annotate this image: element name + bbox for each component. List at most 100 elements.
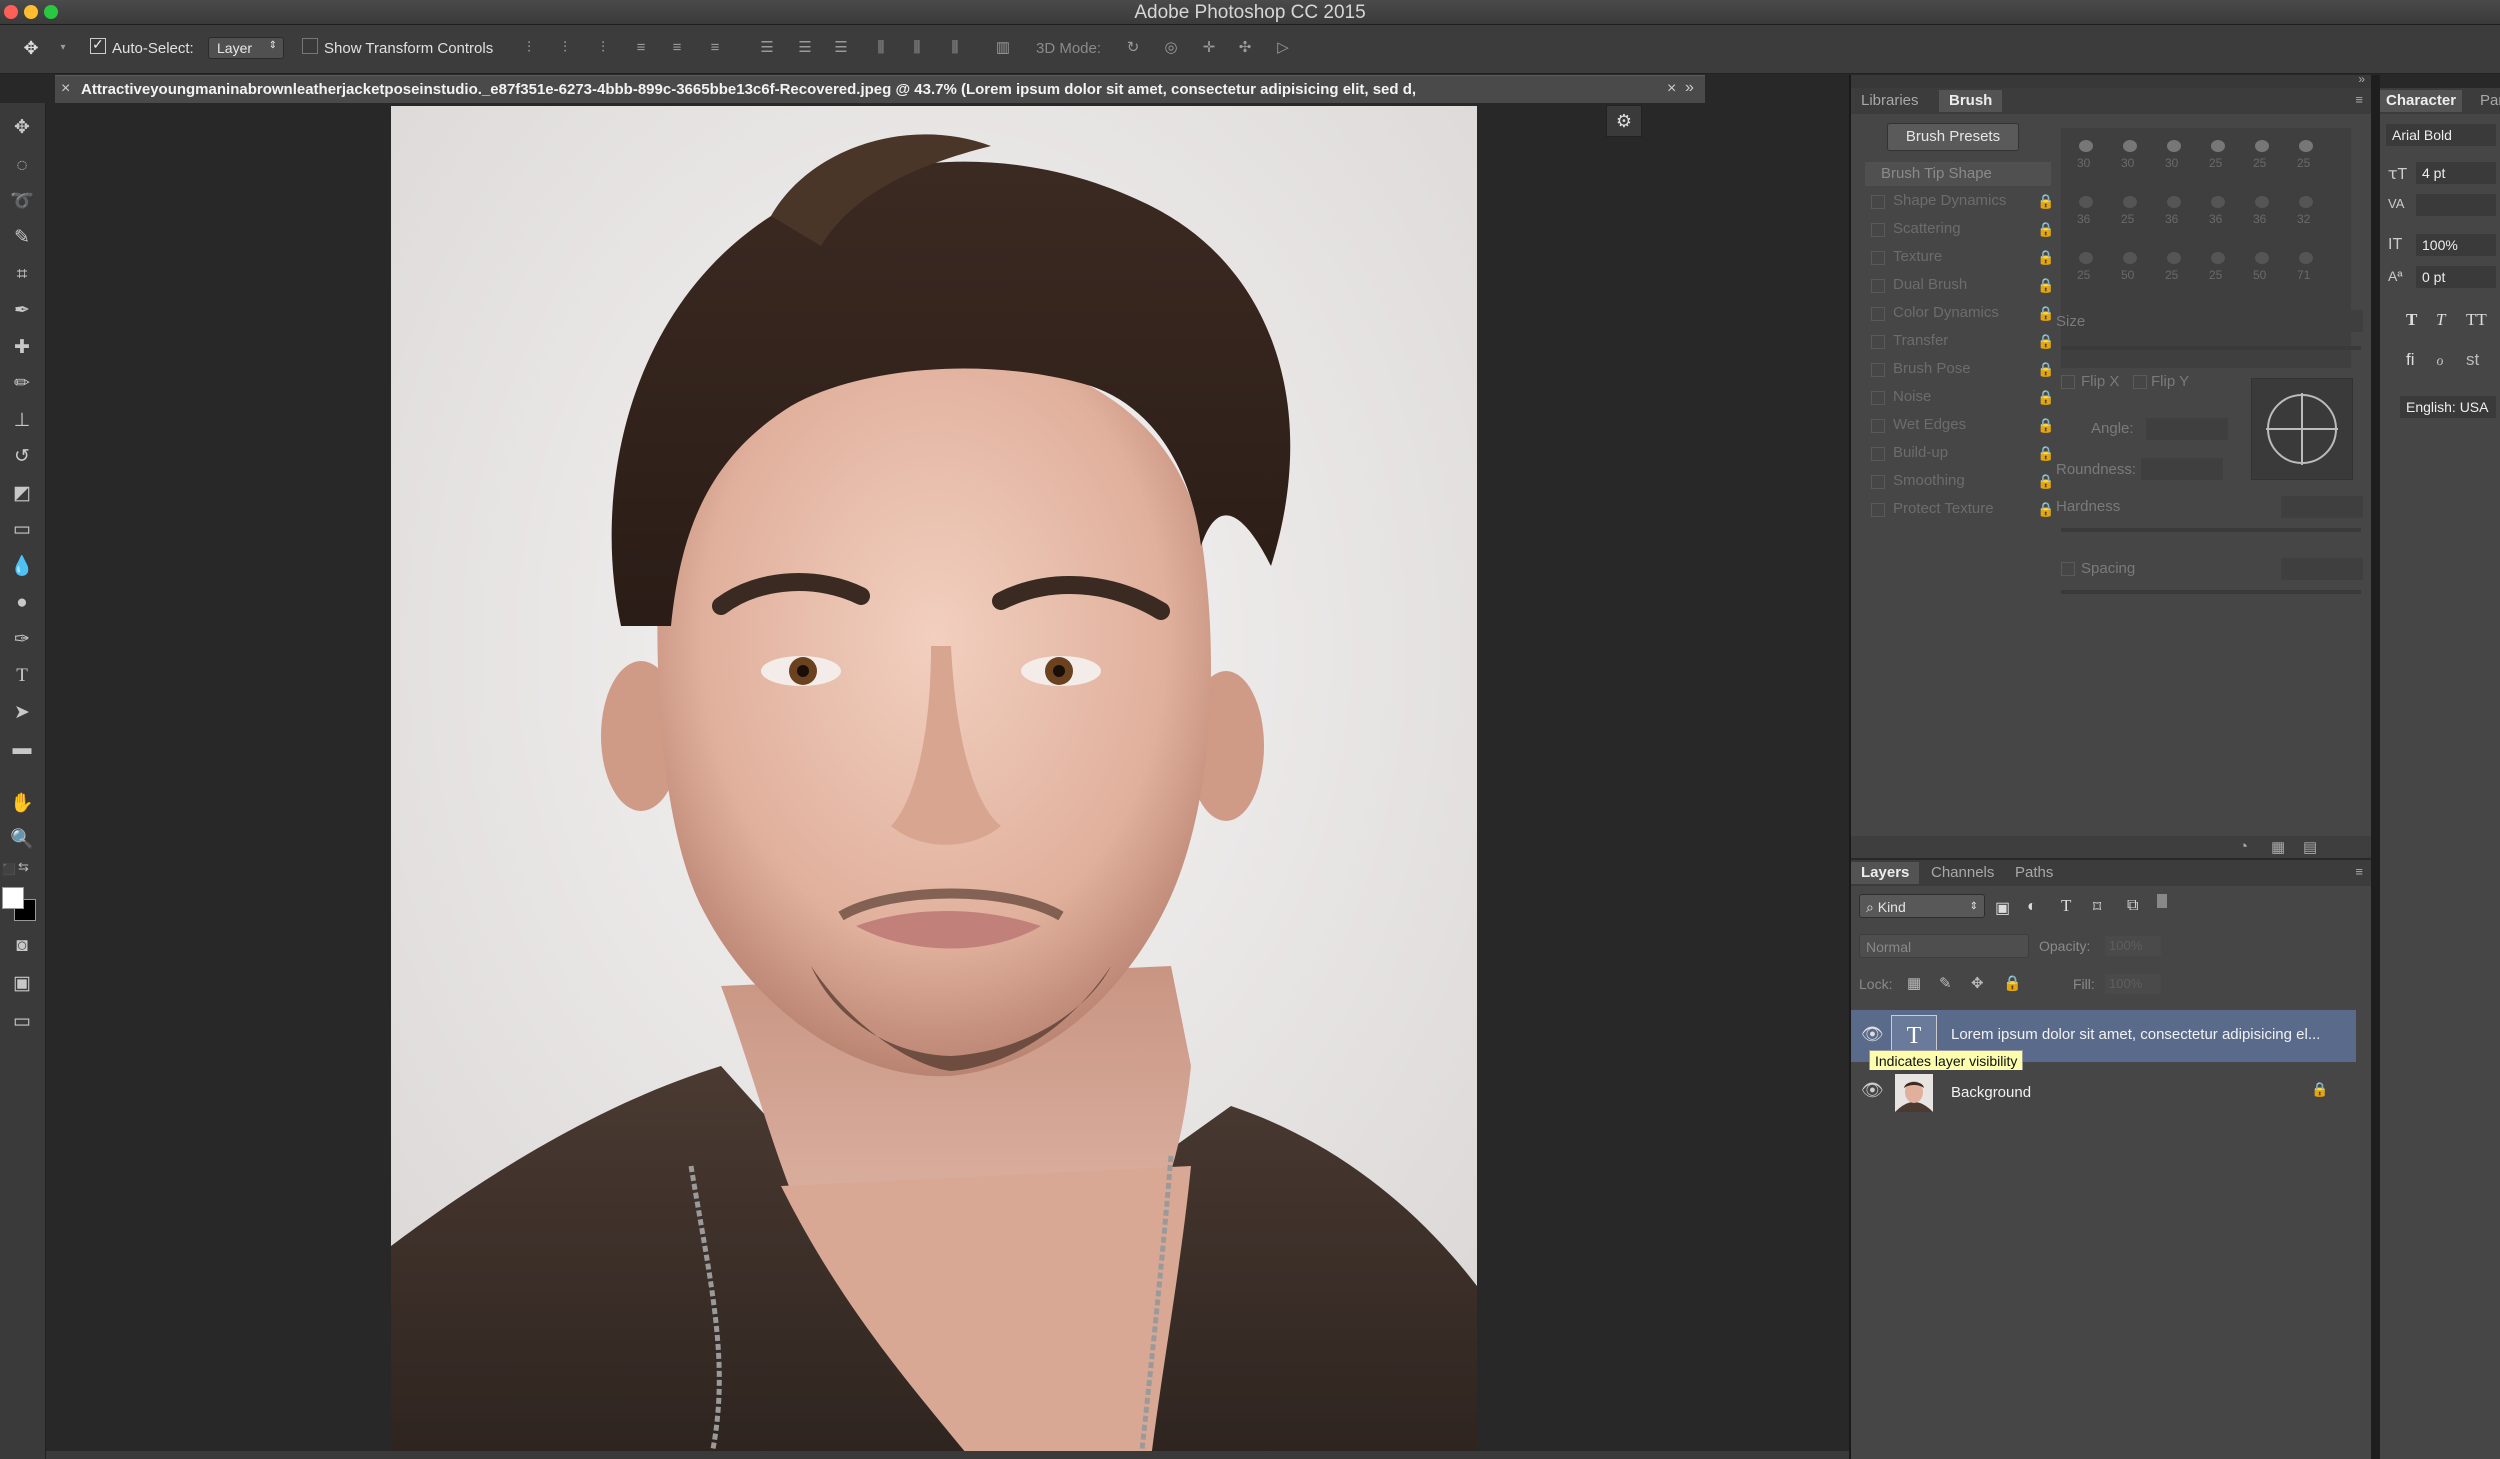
brush-grid-icon[interactable]: ▦ bbox=[2271, 838, 2285, 856]
brush-option-item[interactable]: Texture 🔒 bbox=[1871, 244, 2054, 270]
distribute-hcenter-icon[interactable]: ⫼ bbox=[906, 37, 928, 59]
flip-x-checkbox[interactable] bbox=[2061, 375, 2075, 389]
brush-option-lock-icon[interactable]: 🔒 bbox=[2037, 496, 2054, 522]
distribute-center-icon[interactable]: ☰ bbox=[794, 37, 816, 59]
close-tab-icon[interactable]: × bbox=[61, 80, 70, 98]
brush-option-lock-icon[interactable]: 🔒 bbox=[2037, 216, 2054, 242]
align-left-icon[interactable]: ≡ bbox=[630, 37, 652, 59]
brush-option-checkbox[interactable] bbox=[1871, 195, 1885, 209]
brush-presets-button[interactable]: Brush Presets bbox=[1887, 123, 2019, 151]
visibility-eye-icon[interactable]: 👁 bbox=[1861, 1080, 1884, 1101]
brush-option-item[interactable]: Transfer 🔒 bbox=[1871, 328, 2054, 354]
font-size-field[interactable]: 4 pt bbox=[2416, 162, 2496, 184]
foreground-color-swatch[interactable] bbox=[2, 887, 24, 909]
swash-icon[interactable]: st bbox=[2466, 350, 2479, 370]
brush-option-item[interactable]: Build-up 🔒 bbox=[1871, 440, 2054, 466]
tab-layers[interactable]: Layers bbox=[1851, 862, 1920, 884]
layer-name[interactable]: Background bbox=[1951, 1084, 2031, 1101]
brush-tool-icon[interactable]: ✏ bbox=[6, 369, 38, 399]
tab-paragraph[interactable]: Par bbox=[2476, 90, 2500, 112]
filter-type-icon[interactable]: T bbox=[2061, 896, 2071, 916]
align-bottom-icon[interactable]: ⫶ bbox=[592, 37, 614, 59]
tab-brush[interactable]: Brush bbox=[1939, 90, 2003, 112]
brush-tip-swatch[interactable] bbox=[2299, 252, 2313, 264]
brush-tip-swatch[interactable] bbox=[2123, 140, 2137, 152]
brush-option-checkbox[interactable] bbox=[1871, 307, 1885, 321]
brush-option-item[interactable]: Noise 🔒 bbox=[1871, 384, 2054, 410]
brush-option-checkbox[interactable] bbox=[1871, 391, 1885, 405]
document-canvas-photo[interactable] bbox=[391, 106, 1477, 1459]
brush-option-lock-icon[interactable]: 🔒 bbox=[2037, 384, 2054, 410]
all-caps-icon[interactable]: TT bbox=[2466, 310, 2487, 330]
3d-roll-icon[interactable]: ◎ bbox=[1160, 37, 1182, 59]
3d-slide-icon[interactable]: ✣ bbox=[1234, 37, 1256, 59]
kerning-field[interactable] bbox=[2416, 194, 2496, 216]
font-family-field[interactable]: Arial Bold bbox=[2386, 124, 2496, 146]
brush-option-lock-icon[interactable]: 🔒 bbox=[2037, 356, 2054, 382]
language-dropdown[interactable]: English: USA bbox=[2400, 396, 2496, 418]
brush-tip-swatch[interactable] bbox=[2211, 252, 2225, 264]
brush-option-lock-icon[interactable]: 🔒 bbox=[2037, 468, 2054, 494]
eyedropper-tool-icon[interactable]: ✒ bbox=[6, 296, 38, 326]
brush-option-checkbox[interactable] bbox=[1871, 363, 1885, 377]
faux-italic-icon[interactable]: T bbox=[2436, 310, 2445, 330]
brush-tip-swatch[interactable] bbox=[2299, 140, 2313, 152]
brush-option-item[interactable]: Protect Texture 🔒 bbox=[1871, 496, 2054, 522]
layers-menu-icon[interactable]: ≡ bbox=[2355, 864, 2363, 879]
roundness-field[interactable] bbox=[2141, 458, 2223, 480]
tab-overflow-icon[interactable]: » bbox=[1685, 79, 1694, 97]
tab-close-icon[interactable]: × bbox=[1667, 80, 1676, 98]
gradient-tool-icon[interactable]: ▭ bbox=[6, 515, 38, 545]
opacity-field[interactable]: 100% bbox=[2105, 936, 2161, 956]
filter-kind-dropdown[interactable]: ⌕ Kind ⇕ bbox=[1859, 894, 1985, 918]
dodge-tool-icon[interactable]: ● bbox=[6, 588, 38, 618]
distribute-left-icon[interactable]: ⫼ bbox=[870, 37, 892, 59]
spacing-field[interactable] bbox=[2281, 558, 2363, 580]
auto-align-icon[interactable]: ▥ bbox=[992, 37, 1014, 59]
visibility-eye-icon[interactable]: 👁 bbox=[1861, 1024, 1884, 1045]
hand-tool-icon[interactable]: ✋ bbox=[6, 789, 38, 819]
brush-tip-swatch[interactable] bbox=[2255, 252, 2269, 264]
healing-brush-icon[interactable]: ✚ bbox=[6, 333, 38, 363]
brush-option-item[interactable]: Scattering 🔒 bbox=[1871, 216, 2054, 242]
distribute-right-icon[interactable]: ⫼ bbox=[944, 37, 966, 59]
lock-transparent-icon[interactable]: ▦ bbox=[1907, 974, 1921, 992]
3d-rotate-icon[interactable]: ↻ bbox=[1122, 37, 1144, 59]
brush-tip-swatch[interactable] bbox=[2167, 252, 2181, 264]
flip-y-checkbox[interactable] bbox=[2133, 375, 2147, 389]
brush-option-lock-icon[interactable]: 🔒 bbox=[2037, 188, 2054, 214]
screen-mode-icon[interactable]: ▣ bbox=[6, 969, 38, 999]
brush-tip-swatch[interactable] bbox=[2123, 196, 2137, 208]
crop-tool-icon[interactable]: ⌗ bbox=[6, 260, 38, 290]
spacing-checkbox[interactable] bbox=[2061, 562, 2075, 576]
brush-option-lock-icon[interactable]: 🔒 bbox=[2037, 440, 2054, 466]
filter-adjustment-icon[interactable]: ◐ bbox=[2027, 898, 2037, 916]
eraser-tool-icon[interactable]: ◩ bbox=[6, 479, 38, 509]
brush-option-lock-icon[interactable]: 🔒 bbox=[2037, 244, 2054, 270]
brush-option-checkbox[interactable] bbox=[1871, 475, 1885, 489]
align-top-icon[interactable]: ⫶ bbox=[518, 37, 540, 59]
baseline-shift-field[interactable]: 0 pt bbox=[2416, 266, 2496, 288]
quick-select-tool-icon[interactable]: ✎ bbox=[6, 223, 38, 253]
brush-option-lock-icon[interactable]: 🔒 bbox=[2037, 328, 2054, 354]
auto-select-dropdown[interactable]: Layer ⇕ bbox=[208, 37, 284, 59]
brush-tip-swatch[interactable] bbox=[2167, 140, 2181, 152]
brush-option-checkbox[interactable] bbox=[1871, 447, 1885, 461]
hardness-slider[interactable] bbox=[2061, 528, 2361, 532]
lock-pixels-icon[interactable]: ✎ bbox=[1939, 974, 1952, 992]
pen-tool-icon[interactable]: ✑ bbox=[6, 625, 38, 655]
type-tool-icon[interactable]: T bbox=[6, 661, 38, 691]
brush-tip-swatch[interactable] bbox=[2079, 196, 2093, 208]
brush-tip-swatch[interactable] bbox=[2167, 196, 2181, 208]
auto-select-checkbox[interactable]: ✓ bbox=[90, 36, 106, 54]
blur-tool-icon[interactable]: 💧 bbox=[6, 552, 38, 582]
artboard-icon[interactable]: ▭ bbox=[6, 1007, 38, 1037]
brush-option-item[interactable]: Dual Brush 🔒 bbox=[1871, 272, 2054, 298]
ligatures-icon[interactable]: ﬁ bbox=[2406, 350, 2415, 370]
align-horizontal-center-icon[interactable]: ≡ bbox=[666, 37, 688, 59]
hardness-field[interactable] bbox=[2281, 496, 2363, 518]
brush-tip-swatch[interactable] bbox=[2123, 252, 2137, 264]
brush-tip-swatch[interactable] bbox=[2211, 140, 2225, 152]
path-select-icon[interactable]: ➤ bbox=[6, 698, 38, 728]
brush-option-item[interactable]: Shape Dynamics 🔒 bbox=[1871, 188, 2054, 214]
